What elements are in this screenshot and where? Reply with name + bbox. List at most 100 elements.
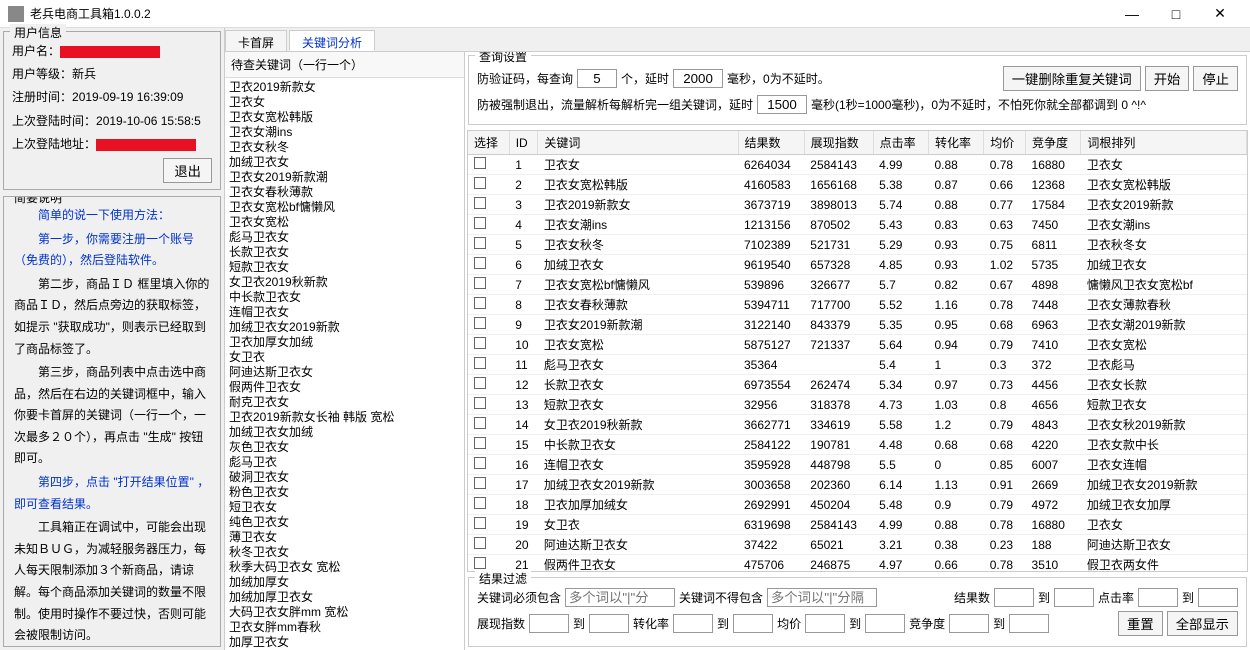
- column-header[interactable]: 点击率: [873, 131, 928, 155]
- row-checkbox[interactable]: [474, 257, 486, 269]
- keyword-item[interactable]: 卫衣女胖mm春秋: [227, 620, 462, 635]
- keyword-item[interactable]: 纯色卫衣女: [227, 515, 462, 530]
- keyword-item[interactable]: 短卫衣女: [227, 500, 462, 515]
- keyword-item[interactable]: 中长款卫衣女: [227, 290, 462, 305]
- table-row[interactable]: 9卫衣女2019新款潮31221408433795.350.950.686963…: [468, 315, 1247, 335]
- filter-cvr-max[interactable]: [733, 614, 773, 633]
- table-row[interactable]: 5卫衣女秋冬71023895217315.290.930.756811卫衣秋冬女: [468, 235, 1247, 255]
- column-header[interactable]: 结果数: [738, 131, 804, 155]
- keyword-item[interactable]: 卫衣女潮ins: [227, 125, 462, 140]
- keyword-item[interactable]: 彪马卫衣女: [227, 230, 462, 245]
- keyword-item[interactable]: 卫衣女宽松: [227, 215, 462, 230]
- table-row[interactable]: 6加绒卫衣女96195406573284.850.931.025735加绒卫衣女: [468, 255, 1247, 275]
- keyword-item[interactable]: 连帽卫衣女: [227, 305, 462, 320]
- filter-results-min[interactable]: [994, 588, 1034, 607]
- keyword-item[interactable]: 卫衣女宽松bf慵懒风: [227, 200, 462, 215]
- filter-ctr-max[interactable]: [1198, 588, 1238, 607]
- column-header[interactable]: 均价: [984, 131, 1026, 155]
- table-row[interactable]: 1卫衣女626403425841434.990.880.7816880卫衣女: [468, 155, 1247, 175]
- logout-button[interactable]: 退出: [163, 158, 212, 183]
- filter-results-max[interactable]: [1054, 588, 1094, 607]
- keyword-item[interactable]: 卫衣2019新款女: [227, 80, 462, 95]
- table-row[interactable]: 4卫衣女潮ins12131568705025.430.830.637450卫衣女…: [468, 215, 1247, 235]
- keyword-item[interactable]: 粉色卫衣女: [227, 485, 462, 500]
- column-header[interactable]: 选择: [468, 131, 509, 155]
- keyword-item[interactable]: 加厚卫衣女: [227, 635, 462, 650]
- table-row[interactable]: 15中长款卫衣女25841221907814.480.680.684220卫衣女…: [468, 435, 1247, 455]
- keyword-item[interactable]: 彪马卫衣: [227, 455, 462, 470]
- filter-ctr-min[interactable]: [1138, 588, 1178, 607]
- filter-cvr-min[interactable]: [673, 614, 713, 633]
- captcha-count-input[interactable]: [577, 69, 617, 88]
- keyword-item[interactable]: 加绒加厚卫衣女: [227, 590, 462, 605]
- row-checkbox[interactable]: [474, 477, 486, 489]
- row-checkbox[interactable]: [474, 157, 486, 169]
- row-checkbox[interactable]: [474, 557, 486, 569]
- table-row[interactable]: 11彪马卫衣女353645.410.3372卫衣彪马: [468, 355, 1247, 375]
- keyword-item[interactable]: 加绒卫衣女: [227, 155, 462, 170]
- column-header[interactable]: ID: [509, 131, 538, 155]
- table-row[interactable]: 8卫衣女春秋薄款53947117177005.521.160.787448卫衣女…: [468, 295, 1247, 315]
- keyword-item[interactable]: 卫衣加厚女加绒: [227, 335, 462, 350]
- table-row[interactable]: 20阿迪达斯卫衣女37422650213.210.380.23188阿迪达斯卫衣…: [468, 535, 1247, 555]
- table-row[interactable]: 19女卫衣631969825841434.990.880.7816880卫衣女: [468, 515, 1247, 535]
- filter-comp-max[interactable]: [1009, 614, 1049, 633]
- row-checkbox[interactable]: [474, 457, 486, 469]
- column-header[interactable]: 词根排列: [1081, 131, 1247, 155]
- dedup-button[interactable]: 一键删除重复关键词: [1003, 66, 1141, 91]
- reset-button[interactable]: 重置: [1118, 611, 1163, 636]
- row-checkbox[interactable]: [474, 277, 486, 289]
- keyword-list[interactable]: 卫衣2019新款女卫衣女卫衣女宽松韩版卫衣女潮ins卫衣女秋冬加绒卫衣女卫衣女2…: [225, 78, 464, 650]
- row-checkbox[interactable]: [474, 297, 486, 309]
- row-checkbox[interactable]: [474, 517, 486, 529]
- table-row[interactable]: 18卫衣加厚加绒女26929914502045.480.90.794972加绒卫…: [468, 495, 1247, 515]
- maximize-button[interactable]: □: [1154, 0, 1198, 28]
- table-row[interactable]: 12长款卫衣女69735542624745.340.970.734456卫衣女长…: [468, 375, 1247, 395]
- row-checkbox[interactable]: [474, 497, 486, 509]
- row-checkbox[interactable]: [474, 417, 486, 429]
- table-row[interactable]: 14女卫衣2019秋新款36627713346195.581.20.794843…: [468, 415, 1247, 435]
- keyword-item[interactable]: 薄卫衣女: [227, 530, 462, 545]
- table-row[interactable]: 21假两件卫衣女4757062468754.970.660.783510假卫衣两…: [468, 555, 1247, 573]
- keyword-item[interactable]: 女卫衣2019秋新款: [227, 275, 462, 290]
- row-checkbox[interactable]: [474, 377, 486, 389]
- tab-keyword-analysis[interactable]: 关键词分析: [289, 30, 375, 51]
- row-checkbox[interactable]: [474, 317, 486, 329]
- minimize-button[interactable]: —: [1110, 0, 1154, 28]
- keyword-item[interactable]: 长款卫衣女: [227, 245, 462, 260]
- force-delay-input[interactable]: [757, 95, 807, 114]
- keyword-item[interactable]: 加绒加厚女: [227, 575, 462, 590]
- row-checkbox[interactable]: [474, 217, 486, 229]
- row-checkbox[interactable]: [474, 177, 486, 189]
- close-button[interactable]: ✕: [1198, 0, 1242, 28]
- keyword-item[interactable]: 秋冬卫衣女: [227, 545, 462, 560]
- table-row[interactable]: 16连帽卫衣女35959284487985.500.856007卫衣女连帽: [468, 455, 1247, 475]
- start-button[interactable]: 开始: [1145, 66, 1190, 91]
- keyword-item[interactable]: 加绒卫衣女加绒: [227, 425, 462, 440]
- keyword-item[interactable]: 假两件卫衣女: [227, 380, 462, 395]
- column-header[interactable]: 转化率: [928, 131, 983, 155]
- keyword-item[interactable]: 女卫衣: [227, 350, 462, 365]
- keyword-item[interactable]: 卫衣女: [227, 95, 462, 110]
- keyword-item[interactable]: 大码卫衣女胖mm 宽松: [227, 605, 462, 620]
- keyword-item[interactable]: 加绒卫衣女2019新款: [227, 320, 462, 335]
- keyword-item[interactable]: 秋季大码卫衣女 宽松: [227, 560, 462, 575]
- row-checkbox[interactable]: [474, 437, 486, 449]
- keyword-item[interactable]: 卫衣2019新款女长袖 韩版 宽松: [227, 410, 462, 425]
- table-row[interactable]: 13短款卫衣女329563183784.731.030.84656短款卫衣女: [468, 395, 1247, 415]
- keyword-item[interactable]: 灰色卫衣女: [227, 440, 462, 455]
- row-checkbox[interactable]: [474, 197, 486, 209]
- row-checkbox[interactable]: [474, 357, 486, 369]
- tab-card-first[interactable]: 卡首屏: [225, 30, 287, 51]
- keyword-item[interactable]: 卫衣女宽松韩版: [227, 110, 462, 125]
- filter-not-input[interactable]: [767, 588, 877, 607]
- filter-must-input[interactable]: [565, 588, 675, 607]
- row-checkbox[interactable]: [474, 237, 486, 249]
- table-row[interactable]: 3卫衣2019新款女367371938980135.740.880.771758…: [468, 195, 1247, 215]
- keyword-item[interactable]: 破洞卫衣女: [227, 470, 462, 485]
- filter-show-max[interactable]: [589, 614, 629, 633]
- keyword-item[interactable]: 短款卫衣女: [227, 260, 462, 275]
- keyword-item[interactable]: 卫衣女秋冬: [227, 140, 462, 155]
- row-checkbox[interactable]: [474, 397, 486, 409]
- table-row[interactable]: 17加绒卫衣女2019新款30036582023606.141.130.9126…: [468, 475, 1247, 495]
